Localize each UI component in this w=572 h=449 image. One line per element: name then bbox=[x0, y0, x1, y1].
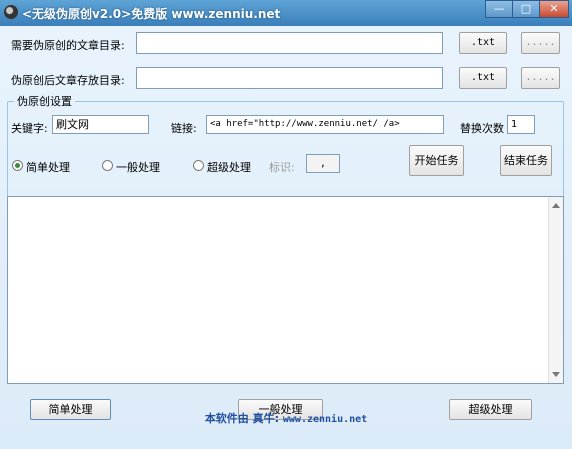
keyword-label: 关键字: bbox=[11, 122, 48, 135]
keyword-input[interactable]: 刷文网 bbox=[52, 115, 149, 134]
title-bar[interactable]: <无级伪原创v2.0>免费版 www.zenniu.net — □ ✕ bbox=[0, 0, 572, 26]
replace-count-label: 替换次数 bbox=[460, 122, 504, 135]
replace-count-input[interactable]: 1 bbox=[507, 115, 535, 134]
mode-normal-radio[interactable] bbox=[102, 160, 113, 171]
target-browse-button[interactable]: ..... bbox=[521, 67, 560, 89]
source-dir-input[interactable] bbox=[136, 32, 443, 54]
mode-simple-label[interactable]: 简单处理 bbox=[26, 159, 70, 175]
source-browse-button[interactable]: ..... bbox=[521, 32, 560, 54]
app-icon bbox=[4, 5, 18, 19]
mode-super-radio[interactable] bbox=[193, 160, 204, 171]
mode-simple-radio[interactable] bbox=[12, 160, 23, 171]
footer-text: 本软件由 真牛: bbox=[204, 412, 280, 425]
target-ext-button[interactable]: .txt bbox=[459, 67, 507, 89]
log-scrollbar[interactable] bbox=[548, 197, 563, 383]
target-dir-label: 伪原创后文章存放目录: bbox=[11, 74, 125, 87]
scroll-up-icon[interactable] bbox=[552, 203, 560, 208]
minimize-button[interactable]: — bbox=[485, 0, 513, 18]
mark-label: 标识: bbox=[269, 161, 295, 174]
footer-url[interactable]: www.zenniu.net bbox=[283, 414, 367, 425]
target-dir-input[interactable] bbox=[136, 67, 443, 89]
scroll-down-icon[interactable] bbox=[552, 372, 560, 377]
stop-task-button[interactable]: 结束任务 bbox=[500, 145, 552, 176]
mode-super-label[interactable]: 超级处理 bbox=[207, 159, 251, 175]
main-panel: 需要伪原创的文章目录: .txt ..... 伪原创后文章存放目录: .txt … bbox=[0, 26, 572, 449]
mark-input[interactable]: , bbox=[306, 154, 340, 173]
maximize-button[interactable]: □ bbox=[512, 0, 540, 18]
link-label: 链接: bbox=[171, 122, 197, 135]
mode-normal-label[interactable]: 一般处理 bbox=[116, 159, 160, 175]
settings-group-title: 伪原创设置 bbox=[14, 93, 75, 109]
source-ext-button[interactable]: .txt bbox=[459, 32, 507, 54]
footer-credit: 本软件由 真牛: www.zenniu.net bbox=[0, 410, 572, 426]
window-title: <无级伪原创v2.0>免费版 www.zenniu.net bbox=[22, 7, 281, 21]
start-task-button[interactable]: 开始任务 bbox=[409, 145, 464, 176]
close-button[interactable]: ✕ bbox=[539, 0, 569, 18]
log-textarea[interactable] bbox=[7, 196, 564, 384]
link-input[interactable]: <a href="http://www.zenniu.net/ /a> bbox=[206, 115, 444, 134]
source-dir-label: 需要伪原创的文章目录: bbox=[11, 39, 125, 52]
